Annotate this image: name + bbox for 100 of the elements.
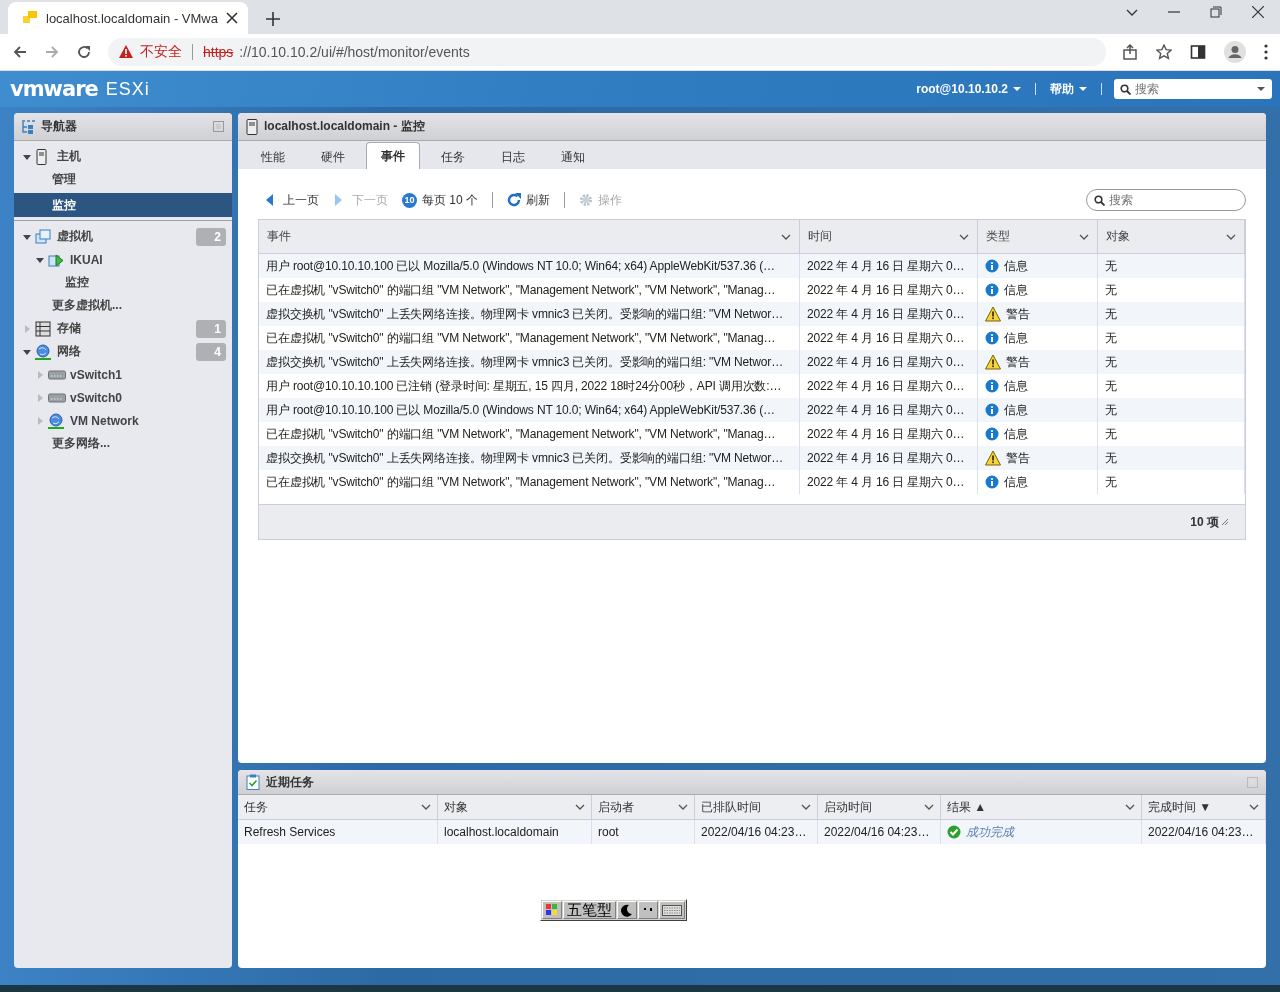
help-menu[interactable]: 帮助 [1036, 80, 1101, 98]
chevron-down-icon [924, 804, 934, 810]
nav-item[interactable]: IKUAI [14, 248, 232, 271]
tab[interactable]: 硬件 [306, 144, 360, 169]
virtual-machine-icon [35, 228, 53, 245]
table-cell: 用户 root@10.10.10.100 已以 Mozilla/5.0 (Windows NT 10.0; Win64; x64) AppleWebKit/537.36 (… [259, 398, 800, 422]
toolbar-button[interactable]: 刷新 [507, 191, 550, 209]
nav-item[interactable]: 网络 4 [14, 340, 232, 363]
nav-item[interactable]: 更多虚拟机... [14, 294, 232, 317]
collapse-arrow-icon[interactable] [35, 255, 44, 264]
close-icon[interactable] [226, 12, 238, 24]
success-icon [947, 825, 961, 839]
virtual-machine-icon [48, 251, 66, 268]
chevron-down-icon [678, 804, 688, 810]
warning-icon [985, 450, 1001, 466]
soft-keyboard-button[interactable] [659, 901, 685, 919]
tab[interactable]: 事件 [366, 142, 420, 169]
type-label: 信息 [1004, 257, 1028, 275]
resize-grip-icon[interactable] [1221, 518, 1229, 526]
tab[interactable]: 通知 [546, 144, 600, 169]
share-icon[interactable] [1122, 44, 1138, 60]
column-header[interactable]: 事件 [259, 220, 800, 253]
nav-item[interactable]: 监控 [14, 271, 232, 294]
new-tab-icon[interactable] [266, 12, 280, 26]
profile-icon[interactable] [1224, 41, 1246, 63]
address-bar[interactable]: 不安全 https ://10.10.10.2/ui/#/host/monitor/events [108, 38, 1106, 66]
nav-item[interactable]: 存储 1 [14, 317, 232, 340]
toolbar-button[interactable]: 上一页 [264, 191, 319, 209]
menu-icon[interactable] [1264, 44, 1268, 60]
item-count: 10 项 [1190, 513, 1219, 531]
column-header[interactable]: 已排队时间 [695, 795, 818, 819]
back-icon[interactable] [12, 44, 28, 60]
chevron-down-icon [1249, 804, 1259, 810]
table-cell: 无 [1098, 254, 1245, 278]
nav-item[interactable]: 主机 [14, 145, 232, 168]
half-width-button[interactable] [617, 901, 637, 919]
type-label: 信息 [1004, 377, 1028, 395]
gear-icon [579, 193, 593, 207]
info-icon [985, 331, 999, 345]
punctuation-button[interactable] [638, 901, 658, 919]
tree-icon [20, 118, 36, 135]
tab[interactable]: 日志 [486, 144, 540, 169]
half-width-icon [620, 903, 634, 917]
column-header[interactable]: 任务 [238, 795, 438, 819]
panel-title: localhost.localdomain - 监控 [264, 118, 425, 135]
chevron-down-icon [421, 804, 431, 810]
restore-icon[interactable] [1210, 6, 1222, 18]
column-header[interactable]: 时间 [800, 220, 978, 253]
column-header[interactable]: 启动时间 [818, 795, 941, 819]
security-label[interactable]: 不安全 [140, 43, 182, 61]
status-label: 成功完成 [966, 823, 1014, 841]
nav-item[interactable]: 管理 [14, 168, 232, 191]
column-header[interactable]: 完成时间 ▼ [1142, 795, 1266, 819]
chevron-down-icon [1079, 233, 1089, 240]
column-header[interactable]: 类型 [978, 220, 1098, 253]
table-cell: 2022/04/16 04:23… [695, 820, 818, 844]
table-cell: localhost.localdomain [438, 820, 592, 844]
globe-icon [48, 412, 66, 429]
search-field[interactable]: 搜索 [1114, 79, 1272, 99]
search-field[interactable]: 搜索 [1086, 189, 1246, 211]
count-badge: 2 [196, 227, 226, 246]
input-mode-button[interactable]: 五笔型 [563, 901, 616, 919]
chevron-down-icon [781, 233, 791, 240]
collapse-arrow-icon[interactable] [22, 347, 31, 356]
chevron-down-icon [1226, 233, 1236, 240]
browser-tab[interactable]: localhost.localdomain - VMwa [8, 2, 248, 34]
column-header[interactable]: 启动者 [592, 795, 695, 819]
search-icon [1094, 195, 1105, 206]
count-badge: 10 [402, 192, 417, 208]
close-icon[interactable] [1252, 6, 1264, 18]
search-icon [1120, 84, 1131, 95]
nav-item[interactable]: 更多网络... [14, 432, 232, 455]
reload-icon[interactable] [76, 44, 92, 60]
table-cell: root [592, 820, 695, 844]
collapse-arrow-icon[interactable] [22, 152, 31, 161]
ime-logo-button[interactable] [542, 901, 562, 919]
collapse-arrow-icon[interactable] [22, 232, 31, 241]
type-label: 信息 [1004, 425, 1028, 443]
chevron-down-icon [959, 233, 969, 240]
nav-item[interactable]: vSwitch0 [14, 386, 232, 409]
tab[interactable]: 性能 [246, 144, 300, 169]
sidebar-icon[interactable] [1190, 44, 1206, 60]
info-icon [985, 259, 999, 273]
tab-title[interactable]: localhost.localdomain - VMwa [46, 10, 218, 26]
product-name: ESXi [105, 78, 150, 100]
type-label: 警告 [1006, 353, 1030, 371]
nav-item[interactable]: vSwitch1 [14, 363, 232, 386]
nav-item[interactable]: 监控 [14, 193, 232, 217]
column-header[interactable]: 结果 ▲ [941, 795, 1142, 819]
nav-item[interactable]: 虚拟机 2 [14, 225, 232, 248]
info-icon [985, 403, 999, 417]
column-header[interactable]: 对象 [438, 795, 592, 819]
tab[interactable]: 任务 [426, 144, 480, 169]
user-menu[interactable]: root@10.10.10.2 [902, 82, 1035, 96]
star-icon[interactable] [1156, 44, 1172, 60]
table-cell: 2022 年 4 月 16 日 星期六 0… [800, 398, 978, 422]
column-header[interactable]: 对象 [1098, 220, 1245, 253]
toolbar-button[interactable]: 10 每页 10 个 [402, 191, 478, 209]
nav-item[interactable]: VM Network [14, 409, 232, 432]
windows-logo-icon [545, 903, 559, 917]
